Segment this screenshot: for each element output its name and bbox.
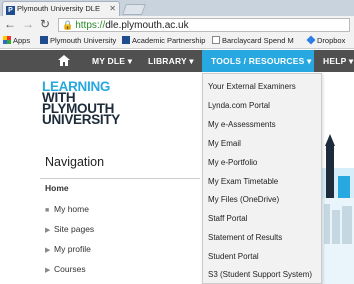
address-row: ← → ↻ 🔒 https://dle.plymouth.ac.uk <box>0 16 354 33</box>
learning-with-plymouth-logo[interactable]: LEARNING WITH PLYMOUTH UNIVERSITY <box>42 80 121 127</box>
nav-item-label: Courses <box>54 264 86 274</box>
menu-item-statement-of-results[interactable]: Statement of Results <box>208 233 282 242</box>
back-arrow-icon[interactable]: ← <box>4 17 16 32</box>
navigation-heading: Navigation <box>45 155 105 169</box>
nav-item-my-home[interactable]: ■ My home <box>45 204 89 214</box>
menu-item-e-portfolio[interactable]: My e-Portfolio <box>208 158 257 167</box>
bookmarks-bar: Apps Plymouth University Academic Partne… <box>0 33 354 49</box>
expand-arrow-icon: ▶ <box>45 267 51 274</box>
new-tab-button[interactable] <box>121 4 147 15</box>
menu-item-email[interactable]: My Email <box>208 139 241 148</box>
bookmark-label: Barclaycard Spend M <box>222 36 294 45</box>
site-nav-bar: MY DLE ▾ LIBRARY ▾ TOOLS / RESOURCES ▾ H… <box>0 50 354 72</box>
url-scheme: https:// <box>75 20 106 31</box>
reload-icon[interactable]: ↻ <box>40 17 50 32</box>
nav-library[interactable]: LIBRARY ▾ <box>148 50 194 72</box>
bookmark-academic-partnership[interactable]: Academic Partnership <box>122 33 205 48</box>
divider <box>40 178 200 179</box>
plymouth-favicon-icon <box>122 36 130 44</box>
menu-item-student-portal[interactable]: Student Portal <box>208 252 259 261</box>
bookmark-label: Academic Partnership <box>132 36 206 45</box>
nav-item-my-profile[interactable]: ▶ My profile <box>45 244 91 254</box>
bookmark-dropbox[interactable]: Dropbox <box>306 33 346 48</box>
bookmark-label: Dropbox <box>317 36 346 45</box>
nav-item-label: My home <box>54 204 89 214</box>
menu-item-lynda-portal[interactable]: Lynda.com Portal <box>208 101 270 110</box>
url-bar[interactable]: 🔒 https://dle.plymouth.ac.uk <box>58 18 350 32</box>
tools-resources-dropdown: Your External Examiners Lynda.com Portal… <box>202 73 322 284</box>
apps-grid-icon <box>3 36 11 44</box>
bullet-icon: ■ <box>45 207 50 214</box>
expand-arrow-icon: ▶ <box>45 247 51 254</box>
menu-item-external-examiners[interactable]: Your External Examiners <box>208 82 296 91</box>
nav-item-courses[interactable]: ▶ Courses <box>45 264 86 274</box>
plymouth-favicon-icon <box>40 36 48 44</box>
tab-close-icon[interactable]: ✕ <box>109 2 116 15</box>
lock-icon: 🔒 <box>62 20 74 30</box>
menu-item-s3[interactable]: S3 (Student Support System) <box>208 270 312 279</box>
nav-item-label: My profile <box>54 244 91 254</box>
nav-home-link[interactable]: Home <box>45 183 69 193</box>
browser-tab-strip: P Plymouth University DLE ✕ <box>0 0 354 16</box>
tab-title: Plymouth University DLE <box>17 4 100 13</box>
bookmark-apps[interactable]: Apps <box>3 33 30 48</box>
menu-item-exam-timetable[interactable]: My Exam Timetable <box>208 177 278 186</box>
dropbox-icon <box>306 35 316 45</box>
nav-tools-resources[interactable]: TOOLS / RESOURCES ▾ <box>202 50 314 72</box>
url-host: dle.plymouth.ac.uk <box>105 20 189 31</box>
nav-item-label: Site pages <box>54 224 95 234</box>
expand-arrow-icon: ▶ <box>45 227 51 234</box>
bookmark-label: Plymouth University <box>50 36 117 45</box>
bookmark-label: Apps <box>13 36 31 45</box>
menu-item-my-files[interactable]: My Files (OneDrive) <box>208 195 279 204</box>
bookmark-plymouth-university[interactable]: Plymouth University <box>40 33 116 48</box>
site-favicon-icon: P <box>6 6 15 15</box>
menu-item-staff-portal[interactable]: Staff Portal <box>208 214 247 223</box>
nav-my-dle[interactable]: MY DLE ▾ <box>92 50 132 72</box>
forward-arrow-icon[interactable]: → <box>22 17 34 32</box>
logo-line: UNIVERSITY <box>42 112 121 127</box>
nav-item-site-pages[interactable]: ▶ Site pages <box>45 224 94 234</box>
plymouth-skyline-illustration <box>322 128 354 284</box>
browser-tab[interactable]: P Plymouth University DLE ✕ <box>2 1 120 16</box>
nav-help[interactable]: HELP ▾ <box>323 50 353 72</box>
menu-item-e-assessments[interactable]: My e-Assessments <box>208 120 276 129</box>
page-icon <box>212 36 220 44</box>
home-icon[interactable] <box>58 55 70 66</box>
bookmark-barclaycard[interactable]: Barclaycard Spend M <box>212 33 294 48</box>
